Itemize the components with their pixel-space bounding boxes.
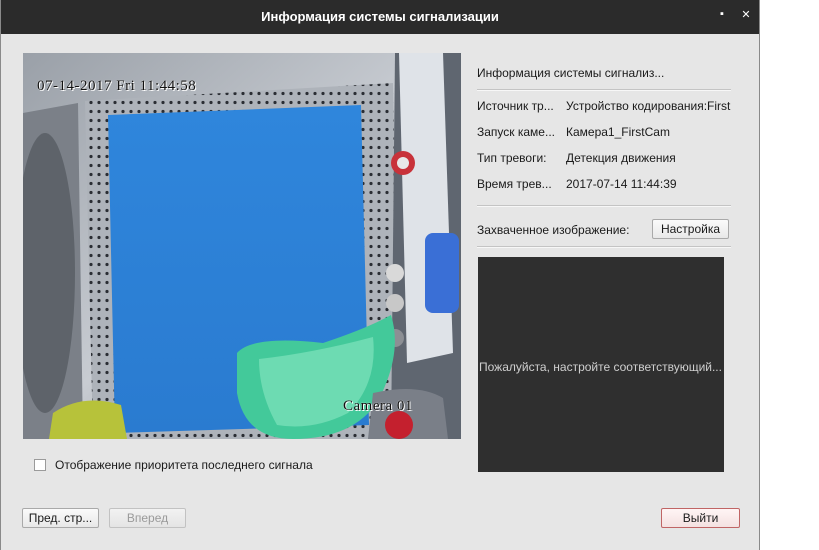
restore-icon[interactable]: ▪ — [715, 8, 729, 20]
section-divider — [477, 205, 731, 207]
close-icon[interactable]: ✕ — [739, 8, 753, 21]
last-alarm-priority-checkbox[interactable] — [34, 459, 46, 471]
preview-placeholder-text: Пожалуйста, настройте соответствующий... — [479, 360, 722, 374]
info-value-camera: Камера1_FirstCam — [566, 125, 670, 139]
title-bar[interactable]: Информация системы сигнализации ▪ ✕ — [1, 0, 759, 34]
info-label-camera: Запуск каме... — [477, 125, 555, 139]
alarm-info-section-title: Информация системы сигнализ... — [477, 66, 665, 80]
camera-scene-image — [23, 53, 461, 439]
info-label-alarm-type: Тип тревоги: — [477, 151, 547, 165]
camera-name-overlay: Camera 01 — [343, 398, 413, 414]
next-page-button[interactable]: Вперед — [109, 508, 186, 528]
alarm-info-dialog: Информация системы сигнализации ▪ ✕ 07-1… — [0, 0, 760, 550]
section-divider — [477, 89, 731, 91]
last-alarm-priority-label: Отображение приоритета последнего сигнал… — [55, 458, 313, 472]
exit-button[interactable]: Выйти — [661, 508, 740, 528]
info-label-source: Источник тр... — [477, 99, 554, 113]
section-divider — [477, 246, 731, 248]
window-title: Информация системы сигнализации — [261, 9, 499, 24]
captured-image-label: Захваченное изображение: — [477, 223, 630, 237]
info-label-alarm-time: Время трев... — [477, 177, 552, 191]
previous-page-button[interactable]: Пред. стр... — [22, 508, 99, 528]
info-value-alarm-type: Детекция движения — [566, 151, 676, 165]
info-value-alarm-time: 2017-07-14 11:44:39 — [566, 177, 677, 191]
video-timestamp-overlay: 07-14-2017 Fri 11:44:58 — [37, 78, 197, 94]
captured-image-preview: Пожалуйста, настройте соответствующий... — [478, 257, 724, 472]
last-alarm-priority-option[interactable]: Отображение приоритета последнего сигнал… — [34, 458, 313, 472]
info-value-source: Устройство кодирования:First — [566, 99, 731, 113]
setup-button[interactable]: Настройка — [652, 219, 729, 239]
camera-video-frame: 07-14-2017 Fri 11:44:58 Camera 01 — [23, 53, 461, 439]
